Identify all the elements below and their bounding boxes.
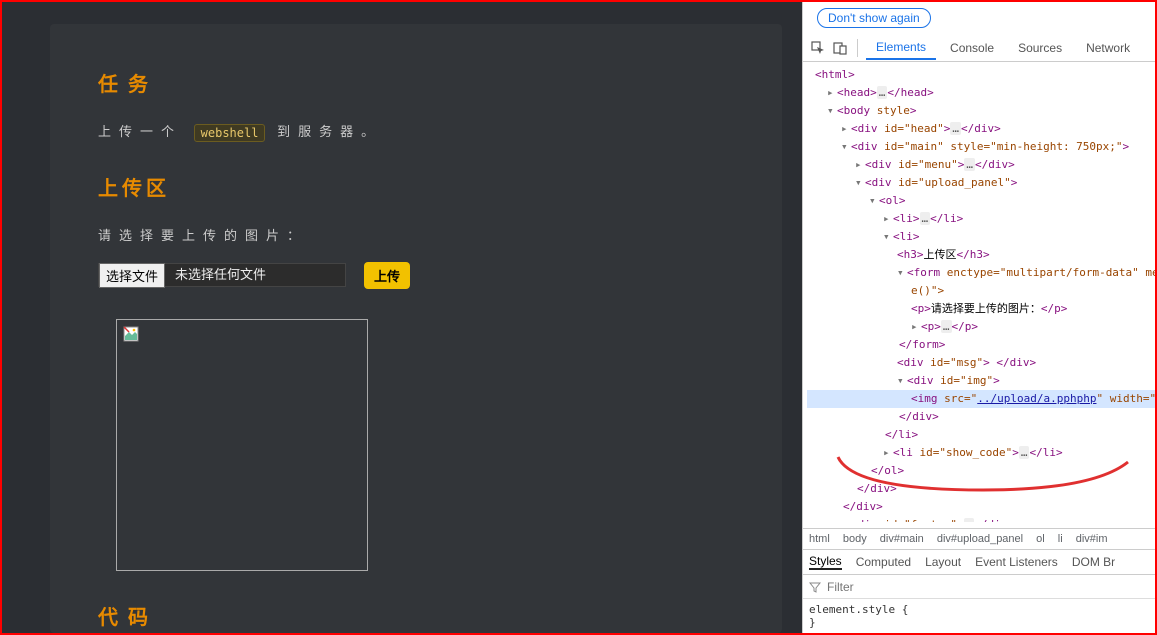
tab-console[interactable]: Console [940, 37, 1004, 59]
inspect-icon[interactable] [809, 39, 827, 57]
subtab-computed[interactable]: Computed [856, 555, 911, 569]
filter-input[interactable] [827, 580, 1155, 594]
subtab-layout[interactable]: Layout [925, 555, 961, 569]
content-panel: 任务 上传一个 webshell 到服务器。 上传区 请选择要上传的图片： 选择… [50, 24, 782, 633]
dont-show-bar: Don't show again [817, 8, 1155, 28]
device-toolbar-icon[interactable] [831, 39, 849, 57]
choose-file-button[interactable]: 选择文件 [99, 263, 165, 288]
style-body: element.style { } [803, 599, 1155, 633]
broken-image-icon [123, 326, 139, 342]
tab-sources[interactable]: Sources [1008, 37, 1072, 59]
app-content: 任务 上传一个 webshell 到服务器。 上传区 请选择要上传的图片： 选择… [2, 2, 802, 633]
task-text-after: 到服务器。 [277, 124, 382, 139]
subtab-listeners[interactable]: Event Listeners [975, 555, 1058, 569]
tab-network[interactable]: Network [1076, 37, 1140, 59]
uploaded-image-preview [116, 319, 368, 571]
filter-row [803, 575, 1155, 599]
tab-elements[interactable]: Elements [866, 36, 936, 60]
upload-heading: 上传区 [98, 172, 734, 201]
webshell-chip: webshell [194, 124, 266, 142]
task-heading: 任务 [98, 68, 734, 97]
task-text-before: 上传一个 [98, 124, 182, 139]
filter-icon [809, 581, 821, 593]
devtools-tabs: Elements Console Sources Network [803, 34, 1155, 62]
file-row: 选择文件 未选择任何文件 上传 [98, 262, 734, 289]
file-input[interactable]: 选择文件 未选择任何文件 [98, 263, 346, 287]
breadcrumb[interactable]: html body div#main div#upload_panel ol l… [803, 528, 1155, 549]
code-heading: 代码 [98, 601, 734, 630]
dont-show-again-button[interactable]: Don't show again [817, 8, 931, 28]
styles-subtabs: Styles Computed Layout Event Listeners D… [803, 549, 1155, 575]
subtab-styles[interactable]: Styles [809, 554, 842, 570]
task-description: 上传一个 webshell 到服务器。 [98, 121, 734, 142]
dom-tree[interactable]: <html> ▸<head>…</head> ▾<body style> ▸<d… [803, 62, 1155, 522]
no-file-label: 未选择任何文件 [165, 264, 345, 286]
subtab-dom[interactable]: DOM Br [1072, 555, 1115, 569]
upload-prompt: 请选择要上传的图片： [98, 225, 734, 244]
upload-button[interactable]: 上传 [364, 262, 410, 289]
devtools-panel: Don't show again Elements Console Source… [802, 2, 1155, 633]
